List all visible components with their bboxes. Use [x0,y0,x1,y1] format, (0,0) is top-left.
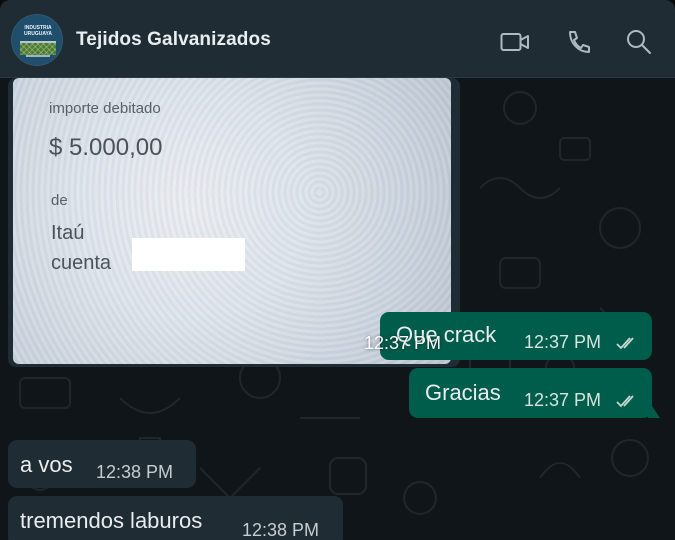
bubble-tail [648,400,660,418]
fence-logo-icon [20,41,56,55]
incoming-message[interactable]: a vos 12:38 PM [8,440,196,488]
message-text: tremendos laburos [20,508,203,533]
message-text: a vos [20,452,73,477]
search-icon[interactable] [625,28,653,56]
message-text: Gracias [425,380,501,405]
message-time: 12:38 PM [96,462,174,482]
photo-bank: Itaú [51,222,85,244]
redaction-box [132,238,245,271]
double-check-icon [616,337,634,350]
logo-underline [26,55,50,57]
chat-window: INDUSTRIA URUGUAYA Tejidos Galvanizados [0,0,675,540]
message-time: 12:38 PM [242,520,320,540]
avatar-logo-text: INDUSTRIA URUGUAYA [24,25,52,37]
chat-header: INDUSTRIA URUGUAYA Tejidos Galvanizados [0,0,675,78]
message-time: 12:37 PM [524,390,602,410]
photo-amount: $ 5.000,00 [49,134,163,161]
video-call-icon[interactable] [500,28,529,56]
photo-label-de: de [51,192,68,209]
photo-label-importe: importe debitado [49,100,161,117]
chat-name[interactable]: Tejidos Galvanizados [76,29,271,51]
photo-account: cuenta [51,252,112,274]
message-list[interactable]: importe debitado $ 5.000,00 de Itaú cuen… [0,78,675,540]
message-time: 12:37 PM [363,333,441,353]
phone-icon[interactable] [565,28,593,56]
double-check-icon [616,395,634,408]
avatar[interactable]: INDUSTRIA URUGUAYA [11,14,63,66]
incoming-message[interactable]: tremendos laburos 12:38 PM [8,496,343,540]
message-time: 12:37 PM [524,332,602,352]
outgoing-message[interactable]: Gracias 12:37 PM [409,368,652,418]
